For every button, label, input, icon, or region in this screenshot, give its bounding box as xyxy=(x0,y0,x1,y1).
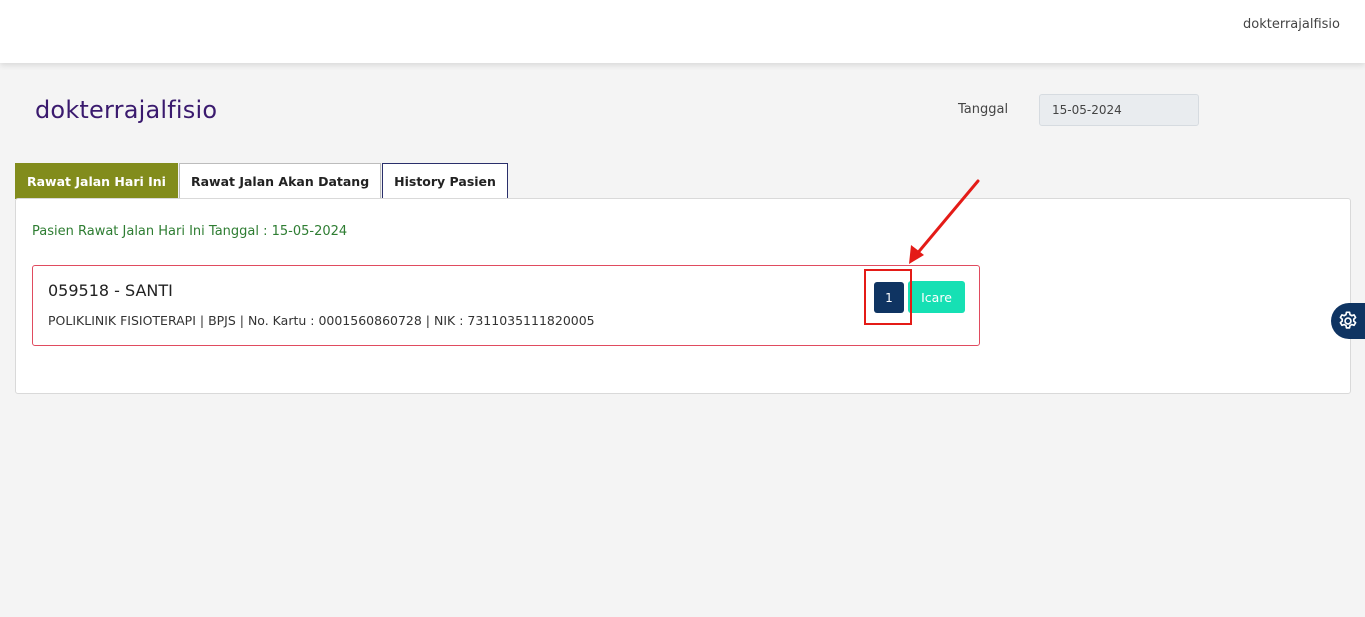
settings-button[interactable] xyxy=(1331,303,1365,339)
tab-rawat-jalan-akan-datang[interactable]: Rawat Jalan Akan Datang xyxy=(178,163,382,199)
username-label[interactable]: dokterrajalfisio xyxy=(1243,17,1340,32)
date-field[interactable] xyxy=(1039,94,1199,126)
gear-icon xyxy=(1339,311,1357,329)
patient-list-panel: Pasien Rawat Jalan Hari Ini Tanggal : 15… xyxy=(15,198,1351,394)
patient-card: 059518 - SANTI POLIKLINIK FISIOTERAPI | … xyxy=(32,265,980,346)
date-label: Tanggal xyxy=(958,102,1009,117)
tab-bar: Rawat Jalan Hari Ini Rawat Jalan Akan Da… xyxy=(15,163,509,199)
patient-info: POLIKLINIK FISIOTERAPI | BPJS | No. Kart… xyxy=(48,313,595,328)
patient-name: 059518 - SANTI xyxy=(48,281,173,300)
panel-heading: Pasien Rawat Jalan Hari Ini Tanggal : 15… xyxy=(32,224,348,239)
tab-history-pasien[interactable]: History Pasien xyxy=(382,163,508,199)
queue-number-button[interactable]: 1 xyxy=(874,282,904,313)
icare-button[interactable]: Icare xyxy=(908,281,965,313)
page-title: dokterrajalfisio xyxy=(35,96,218,124)
top-navbar: dokterrajalfisio xyxy=(0,0,1365,63)
tab-rawat-jalan-hari-ini[interactable]: Rawat Jalan Hari Ini xyxy=(15,163,178,199)
